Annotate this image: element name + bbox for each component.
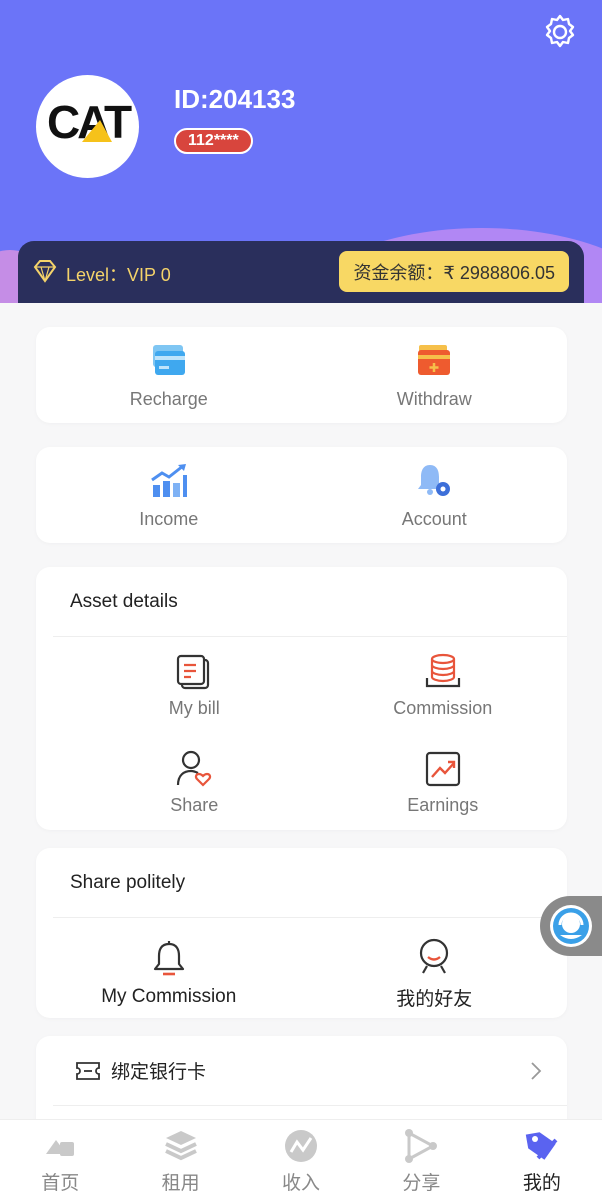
coins-icon: [425, 653, 460, 688]
tab-income[interactable]: 收入: [241, 1120, 361, 1197]
share-politely-card: Share politely My Commission 我的好友: [36, 848, 567, 1018]
income-button[interactable]: Income: [36, 447, 302, 543]
withdraw-button[interactable]: Withdraw: [302, 327, 568, 423]
asset-details-card: Asset details My bill Commission Share E…: [36, 567, 567, 830]
user-id: ID:204133: [174, 84, 296, 114]
share-politely-title: Share politely: [53, 848, 567, 918]
bind-bank-card-label: 绑定银行卡: [111, 1062, 207, 1083]
profile-header: CAT ID:204133 112**** Level：VIP 0 资金余额：₹…: [0, 0, 602, 303]
friend-icon: [420, 938, 449, 974]
trend-icon: [425, 751, 460, 787]
bottom-tab-bar: 首页 租用 收入 分享 我的: [0, 1119, 602, 1197]
cat-logo-icon: CAT: [46, 96, 134, 148]
phone-badge: 112****: [174, 128, 253, 154]
bill-icon: [177, 654, 210, 690]
tab-mine[interactable]: 我的: [482, 1120, 602, 1197]
customer-service-button[interactable]: [540, 896, 602, 956]
chevron-right-icon: [531, 1061, 542, 1080]
support-agent-icon: [553, 908, 589, 944]
account-button[interactable]: Account: [302, 447, 568, 543]
bell-gear-icon: [418, 464, 451, 496]
layers-icon: [164, 1131, 197, 1161]
vip-level: Level：VIP 0: [66, 265, 171, 285]
level-bar: Level：VIP 0 资金余额：₹ 2988806.05: [18, 241, 584, 303]
bind-bank-card-row[interactable]: 绑定银行卡: [53, 1036, 567, 1106]
chart-icon: [150, 463, 187, 497]
tab-share[interactable]: 分享: [361, 1120, 481, 1197]
settings-gear-icon[interactable]: [540, 12, 580, 52]
card-icon: [152, 344, 185, 375]
asset-details-title: Asset details: [53, 567, 567, 637]
tag-icon: [525, 1132, 558, 1160]
balance-badge: 资金余额：₹ 2988806.05: [339, 251, 569, 292]
tab-rent[interactable]: 租用: [120, 1120, 240, 1197]
recharge-button[interactable]: Recharge: [36, 327, 302, 423]
income-icon: [285, 1130, 318, 1162]
my-friends-button[interactable]: 我的好友: [302, 918, 568, 1028]
bell-icon: [153, 941, 184, 976]
share-button[interactable]: Share: [70, 734, 319, 831]
commission-button[interactable]: Commission: [319, 637, 568, 734]
diamond-icon: [33, 260, 57, 283]
wallet-icon: [418, 344, 451, 375]
home-icon: [46, 1140, 75, 1156]
user-heart-icon: [177, 750, 212, 787]
my-commission-button[interactable]: My Commission: [36, 918, 302, 1028]
my-bill-button[interactable]: My bill: [70, 637, 319, 734]
tab-home[interactable]: 首页: [0, 1120, 120, 1197]
actions-card-1: Recharge Withdraw: [36, 327, 567, 423]
avatar[interactable]: CAT: [36, 75, 139, 178]
earnings-button[interactable]: Earnings: [319, 734, 568, 831]
share-icon: [405, 1129, 438, 1163]
actions-card-2: Income Account: [36, 447, 567, 543]
ticket-icon: [76, 1061, 100, 1080]
